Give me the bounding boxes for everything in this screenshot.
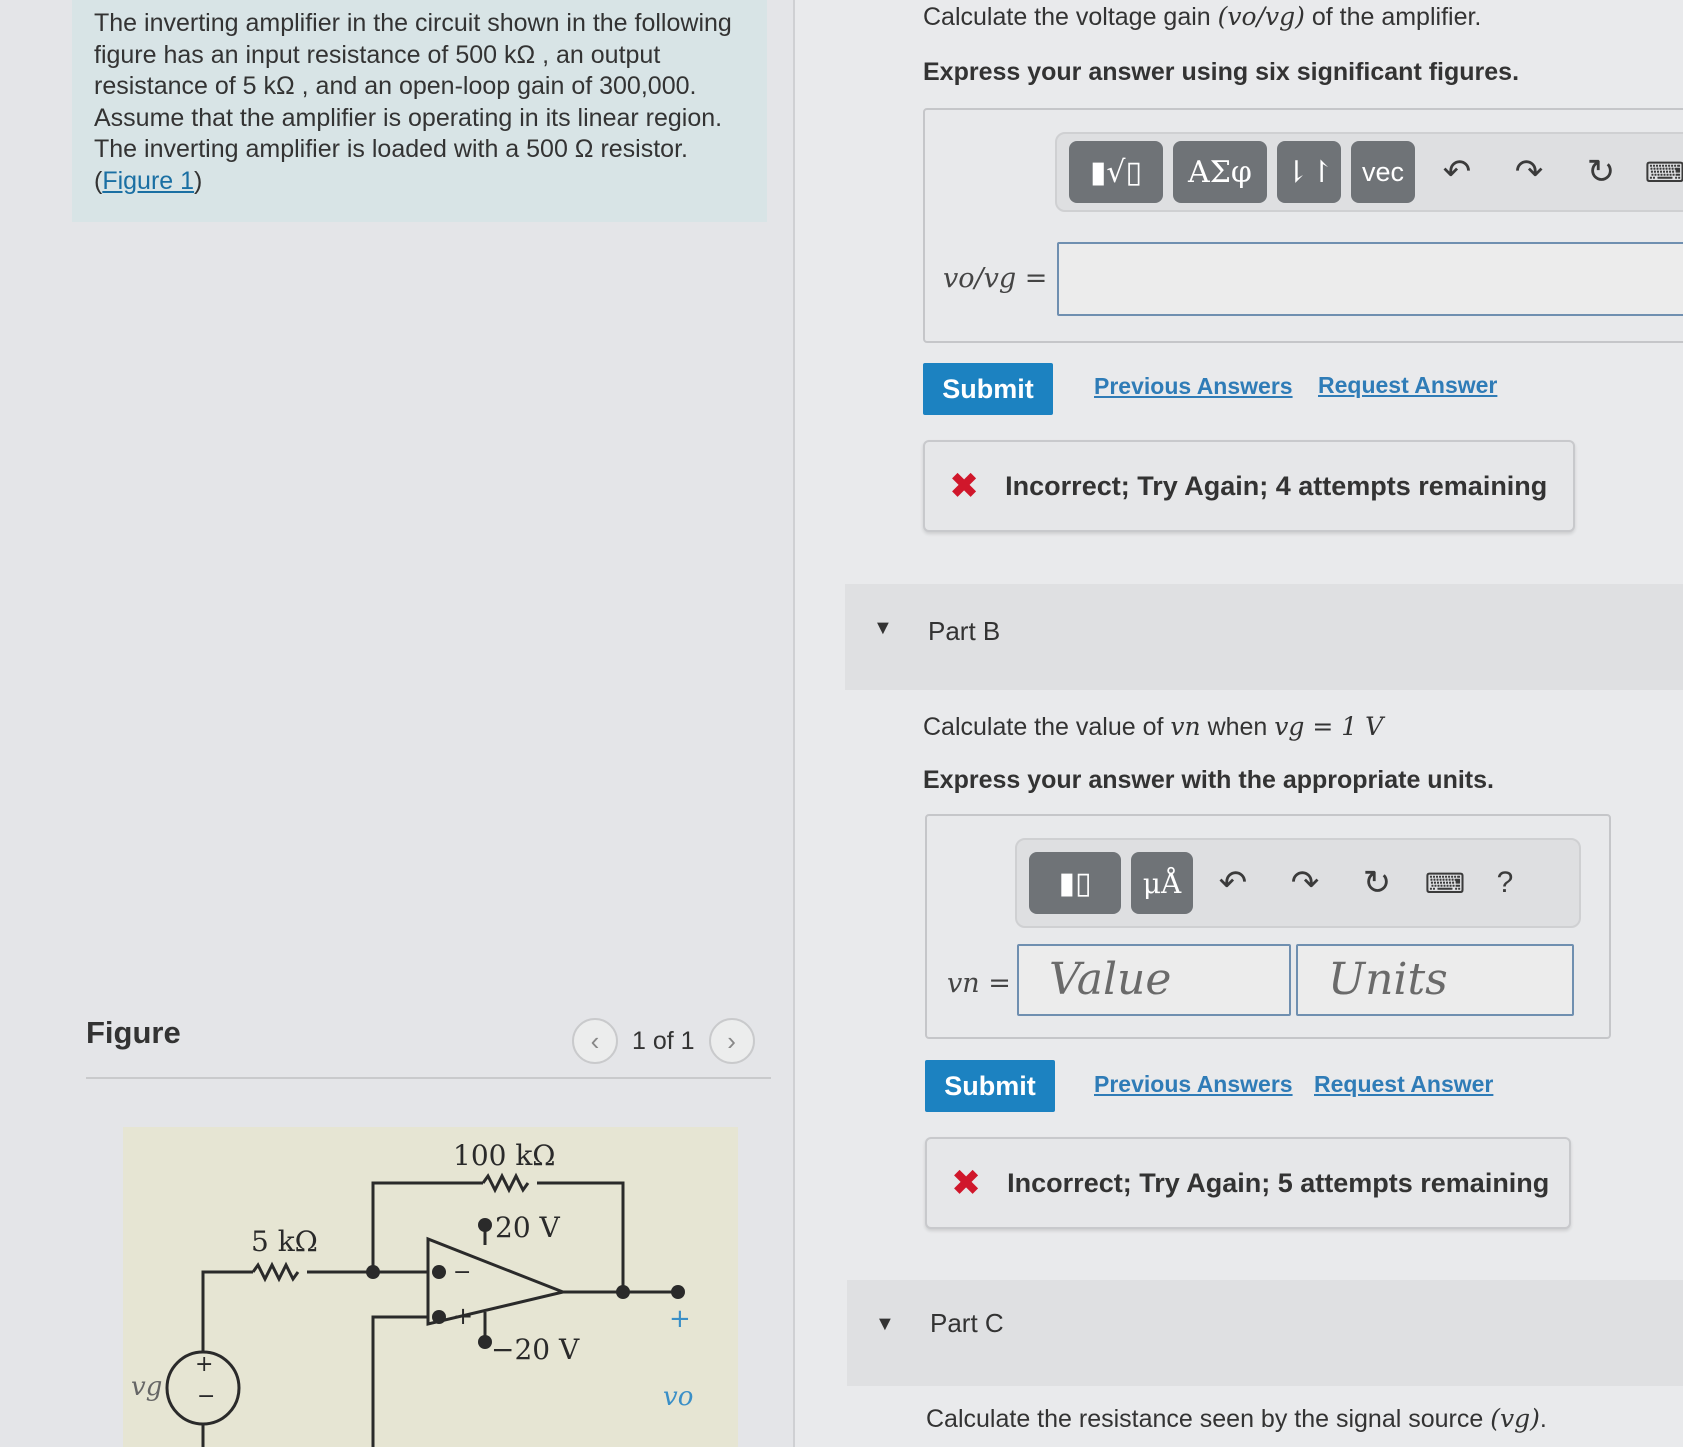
arrows-button[interactable]: ⇂↾ <box>1277 141 1341 203</box>
reset-icon[interactable]: ↻ <box>1573 141 1629 203</box>
negative-supply-label: −20 V <box>491 1333 580 1366</box>
figure-pager: ‹ 1 of 1 › <box>572 1016 755 1066</box>
help-icon[interactable]: ? <box>1477 852 1533 914</box>
circuit-diagram: − + + − 100 kΩ 5 kΩ 20 V −20 V vg + vo <box>123 1127 738 1447</box>
part-b-toolbar: ▮▯ μÅ ↶ ↷ ↻ ⌨ ? <box>1015 838 1581 928</box>
part-c-title: Part C <box>930 1308 1004 1338</box>
part-a-instruction: Express your answer using six significan… <box>923 58 1520 86</box>
part-b-question: Calculate the value of vn when vg = 1 V <box>923 712 1383 742</box>
right-panel: Calculate the voltage gain (vo/vg) of th… <box>795 0 1683 1447</box>
part-b-submit-button[interactable]: Submit <box>925 1060 1055 1112</box>
part-c-question-math: (vg) <box>1490 1404 1540 1433</box>
part-c-question-prefix: Calculate the resistance seen by the sig… <box>926 1405 1491 1433</box>
redo-icon[interactable]: ↷ <box>1277 852 1333 914</box>
part-b-units-input[interactable]: Units <box>1296 944 1574 1016</box>
part-c-question-suffix: . <box>1539 1405 1547 1433</box>
part-a-equation-label: vo/vg = <box>943 263 1048 294</box>
part-b-question-math2: vg = 1 V <box>1274 712 1384 741</box>
figure-page-count: 1 of 1 <box>632 1026 695 1055</box>
part-b-title: Part B <box>928 616 1001 646</box>
source-plus-sign: + <box>195 1352 213 1377</box>
part-a-request-answer-link[interactable]: Request Answer <box>1318 372 1497 399</box>
part-b-equation-label: vn = <box>947 968 1011 999</box>
output-label: vo <box>663 1382 693 1412</box>
part-b-question-mid: when <box>1200 713 1275 741</box>
reset-icon[interactable]: ↻ <box>1349 852 1405 914</box>
error-x-icon: ✖ <box>949 465 980 507</box>
part-a-answer-input[interactable] <box>1057 242 1683 316</box>
problem-statement: The inverting amplifier in the circuit s… <box>72 0 767 222</box>
part-c-question: Calculate the resistance seen by the sig… <box>926 1404 1547 1434</box>
error-x-icon: ✖ <box>951 1162 982 1204</box>
part-b-value-input[interactable]: Value <box>1017 944 1291 1016</box>
part-b-collapse-icon[interactable]: ▼ <box>873 617 893 640</box>
part-b-previous-answers-link[interactable]: Previous Answers <box>1094 1071 1293 1098</box>
undo-icon[interactable]: ↶ <box>1429 141 1485 203</box>
greek-symbols-button[interactable]: ΑΣφ <box>1173 141 1267 203</box>
source-minus-sign: − <box>197 1384 215 1409</box>
left-panel: The inverting amplifier in the circuit s… <box>0 0 795 1447</box>
part-a-feedback-text: Incorrect; Try Again; 4 attempts remaini… <box>1005 470 1548 501</box>
source-label: vg <box>131 1372 162 1402</box>
units-button[interactable]: μÅ <box>1131 852 1193 914</box>
value-placeholder: Value <box>1049 954 1172 1005</box>
redo-icon[interactable]: ↷ <box>1501 141 1557 203</box>
opamp-minus-sign: − <box>453 1260 471 1285</box>
figure-divider <box>86 1077 771 1079</box>
part-a-submit-button[interactable]: Submit <box>923 363 1053 415</box>
feedback-resistor-label: 100 kΩ <box>453 1139 556 1172</box>
part-b-instruction: Express your answer with the appropriate… <box>923 766 1494 794</box>
units-placeholder: Units <box>1328 954 1448 1005</box>
part-b-answer-box: ▮▯ μÅ ↶ ↷ ↻ ⌨ ? vn = Value Units <box>925 814 1611 1039</box>
undo-icon[interactable]: ↶ <box>1205 852 1261 914</box>
part-a-question-suffix: of the amplifier. <box>1304 3 1482 31</box>
part-a-feedback: ✖ Incorrect; Try Again; 4 attempts remai… <box>923 440 1575 532</box>
output-plus-sign: + <box>669 1304 691 1334</box>
problem-closing: ) <box>194 166 203 195</box>
figure-heading: Figure <box>86 1015 181 1050</box>
positive-supply-label: 20 V <box>495 1211 561 1244</box>
part-a-toolbar: ▮√▯ ΑΣφ ⇂↾ vec ↶ ↷ ↻ ⌨ <box>1055 132 1683 212</box>
part-c-collapse-icon[interactable]: ▼ <box>875 1313 895 1336</box>
part-a-answer-box: ▮√▯ ΑΣφ ⇂↾ vec ↶ ↷ ↻ ⌨ vo/vg = <box>923 108 1683 343</box>
part-a-question-prefix: Calculate the voltage gain <box>923 3 1218 31</box>
chevron-left-icon[interactable]: ‹ <box>572 1018 618 1064</box>
opamp-plus-sign: + <box>453 1302 473 1330</box>
part-b-question-math: vn <box>1170 712 1201 741</box>
part-b-question-prefix: Calculate the value of <box>923 713 1171 741</box>
figure-link[interactable]: Figure 1 <box>102 167 194 195</box>
part-a-previous-answers-link[interactable]: Previous Answers <box>1094 373 1293 400</box>
part-a-question-math: (vo/vg) <box>1217 2 1305 31</box>
part-b-feedback-text: Incorrect; Try Again; 5 attempts remaini… <box>1007 1167 1550 1198</box>
chevron-right-icon[interactable]: › <box>708 1018 755 1064</box>
vector-button[interactable]: vec <box>1351 141 1415 203</box>
part-a-question: Calculate the voltage gain (vo/vg) of th… <box>923 2 1481 32</box>
keyboard-icon[interactable]: ⌨ <box>1417 852 1473 914</box>
templates-button[interactable]: ▮√▯ <box>1069 141 1163 203</box>
circuit-svg: − + + − 100 kΩ 5 kΩ 20 V −20 V vg + vo <box>131 1139 693 1447</box>
part-b-feedback: ✖ Incorrect; Try Again; 5 attempts remai… <box>925 1137 1571 1229</box>
templates-button[interactable]: ▮▯ <box>1029 852 1121 914</box>
input-resistor-label: 5 kΩ <box>251 1225 318 1258</box>
keyboard-icon[interactable]: ⌨ <box>1637 141 1683 203</box>
part-b-request-answer-link[interactable]: Request Answer <box>1314 1071 1493 1098</box>
